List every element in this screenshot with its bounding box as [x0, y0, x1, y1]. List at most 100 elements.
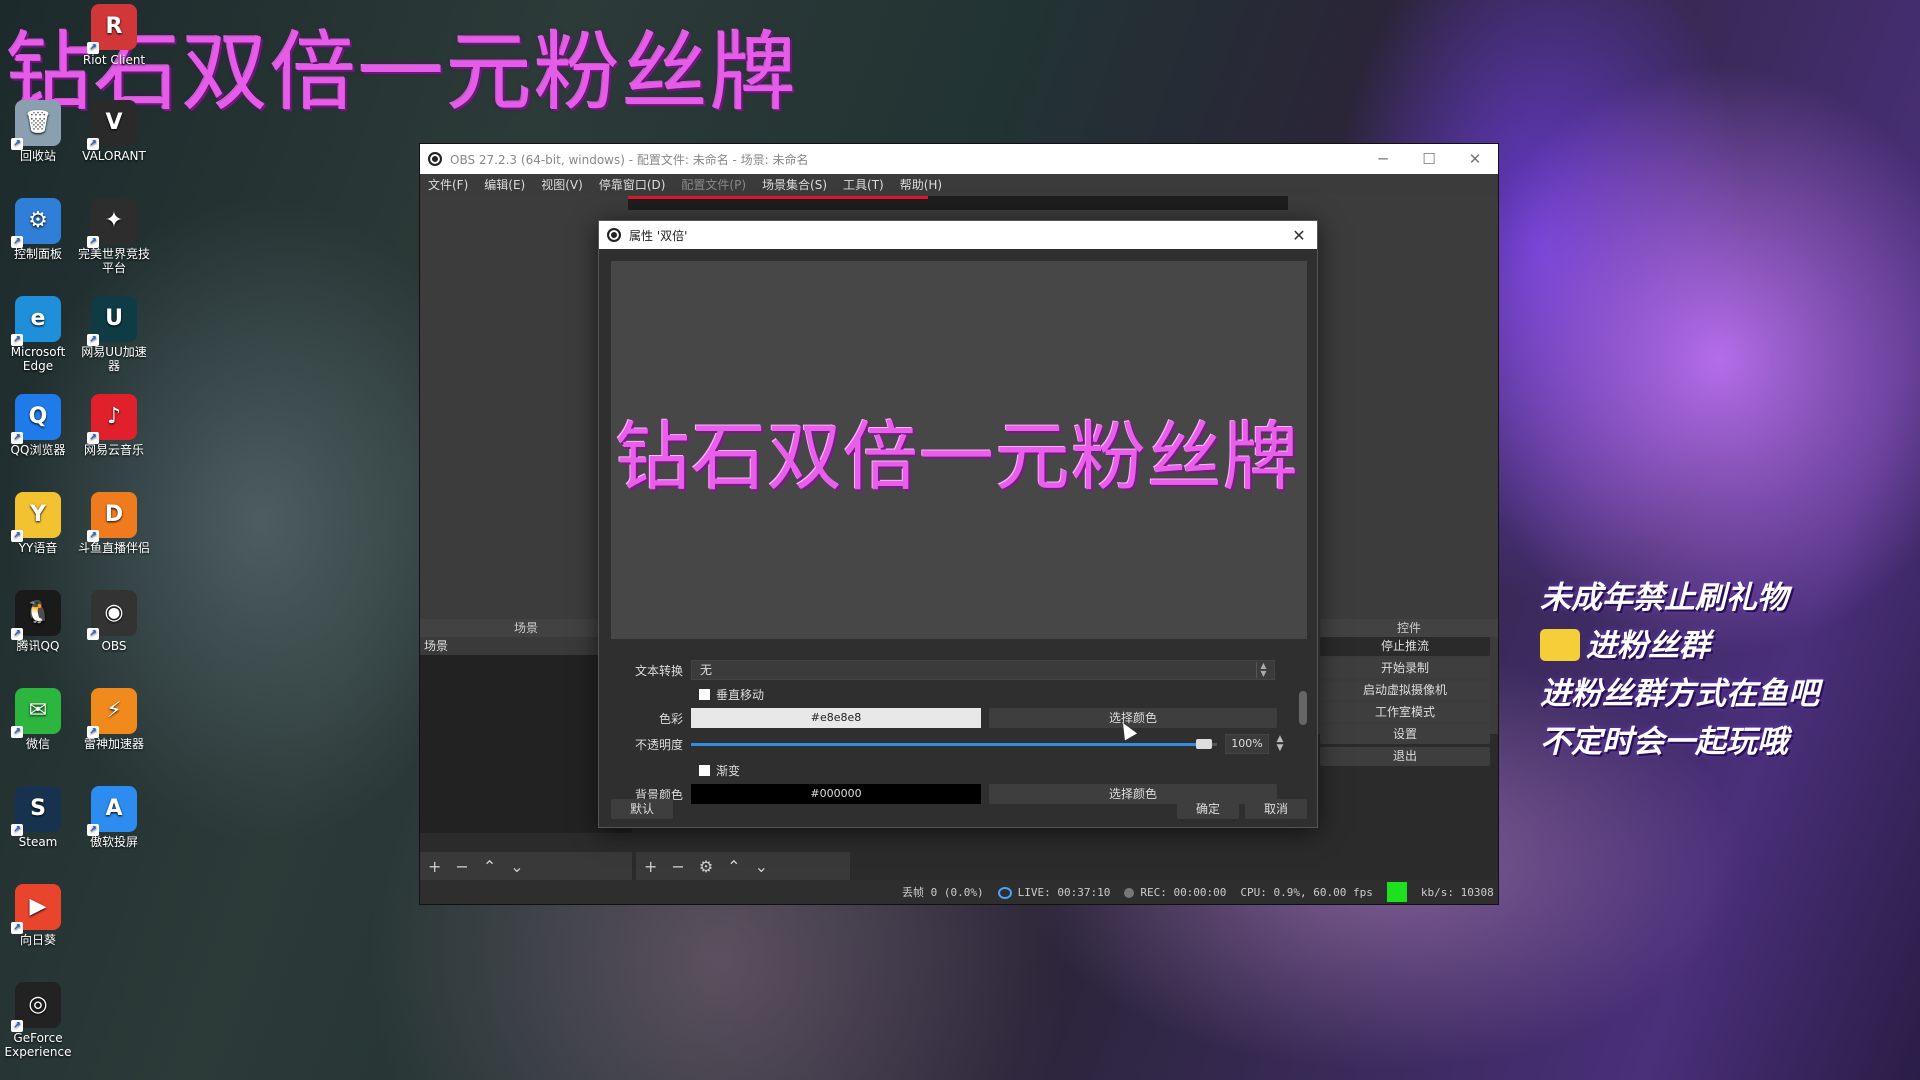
defaults-button[interactable]: 默认	[611, 799, 673, 819]
settings-button[interactable]: 设置	[1320, 725, 1490, 744]
menu-help[interactable]: 帮助(H)	[900, 176, 942, 193]
text-transform-label: 文本转换	[634, 663, 683, 678]
geforce-icon: ◎	[11, 982, 61, 1032]
desktop-icon[interactable]: VVALORANT	[76, 100, 152, 163]
menu-docks[interactable]: 停靠窗口(D)	[599, 176, 666, 193]
vertical-scroll-checkbox[interactable]	[699, 688, 710, 700]
exit-button[interactable]: 退出	[1320, 747, 1490, 766]
opacity-row: 不透明度 100% ▲ ▼	[599, 733, 1319, 755]
menu-tools[interactable]: 工具(T)	[843, 176, 884, 193]
desktop-icon[interactable]: ◎GeForce Experience	[0, 982, 76, 1059]
cancel-button[interactable]: 取消	[1245, 799, 1307, 819]
desktop-icon[interactable]: ♪网易云音乐	[76, 394, 152, 457]
close-icon[interactable]: ✕	[1452, 150, 1498, 168]
add-scene-icon[interactable]: +	[428, 857, 441, 876]
obs-icon: ◉	[87, 590, 137, 640]
riot-client-icon: R	[87, 4, 137, 54]
opacity-label: 不透明度	[634, 737, 683, 752]
menu-scene-collection[interactable]: 场景集合(S)	[762, 176, 827, 193]
desktop-icon[interactable]: ⚡雷神加速器	[76, 688, 152, 751]
menu-edit[interactable]: 编辑(E)	[484, 176, 525, 193]
apowermirror-icon: A	[87, 786, 137, 836]
dialog-preview: 钻石双倍一元粉丝牌	[611, 261, 1307, 639]
source-down-icon[interactable]: ⌄	[755, 857, 768, 876]
source-up-icon[interactable]: ⌃	[727, 857, 740, 876]
start-virtual-camera-button[interactable]: 启动虚拟摄像机	[1320, 681, 1490, 700]
promo-overlay: 未成年禁止刷礼物 进粉丝群 进粉丝群方式在鱼吧 不定时会一起玩哦	[1540, 574, 1819, 766]
studio-mode-button[interactable]: 工作室模式	[1320, 703, 1490, 722]
desktop-icon[interactable]: ▶向日葵	[0, 884, 76, 947]
desktop-icon-label: 完美世界竞技平台	[77, 247, 150, 275]
desktop-icon[interactable]: ✉微信	[0, 688, 76, 751]
desktop-icon-label: 向日葵	[19, 933, 56, 947]
menu-profile[interactable]: 配置文件(P)	[681, 176, 746, 193]
douyu-icon: D	[87, 492, 137, 542]
color-swatch: #e8e8e8	[691, 708, 981, 728]
obs-logo-icon	[428, 152, 442, 166]
controls-dock-header: 控件	[1320, 619, 1498, 637]
pick-color-button[interactable]: 选择颜色	[989, 708, 1277, 728]
obs-titlebar[interactable]: OBS 27.2.3 (64-bit, windows) - 配置文件: 未命名…	[420, 144, 1498, 174]
leishen-accelerator-icon: ⚡	[87, 688, 137, 738]
desktop-icon[interactable]: ✦完美世界竞技平台	[76, 198, 152, 275]
desktop-icon-label: 网易云音乐	[83, 443, 144, 457]
add-source-icon[interactable]: +	[644, 857, 657, 876]
source-selection-box[interactable]	[628, 196, 928, 202]
source-settings-gear-icon[interactable]: ⚙	[699, 857, 713, 876]
dialog-close-icon[interactable]: ✕	[1281, 226, 1317, 245]
vertical-scroll-row: 垂直移动	[599, 683, 1319, 705]
ok-button[interactable]: 确定	[1177, 799, 1239, 819]
move-up-icon[interactable]: ⌃	[483, 857, 496, 876]
qq-browser-icon: Q	[11, 394, 61, 444]
desktop-icon[interactable]: ⚙控制面板	[0, 198, 76, 261]
slider-fill	[691, 743, 1196, 746]
text-transform-select[interactable]: 无 ▲ ▼	[691, 660, 1275, 680]
minimize-icon[interactable]: ─	[1360, 150, 1406, 168]
obs-menubar: 文件(F) 编辑(E) 视图(V) 停靠窗口(D) 配置文件(P) 场景集合(S…	[420, 174, 1498, 194]
live-broadcast-icon	[997, 886, 1012, 899]
move-down-icon[interactable]: ⌄	[510, 857, 523, 876]
gradient-checkbox[interactable]	[699, 764, 710, 776]
controls-panel: 停止推流 开始录制 启动虚拟摄像机 工作室模式 设置 退出	[1320, 637, 1490, 769]
promo-line-1: 未成年禁止刷礼物	[1540, 580, 1788, 616]
obs-window-title: OBS 27.2.3 (64-bit, windows) - 配置文件: 未命名…	[450, 152, 809, 167]
remove-scene-icon[interactable]: −	[455, 857, 468, 876]
slider-handle[interactable]	[1195, 739, 1212, 749]
properties-scrollbar[interactable]	[1299, 691, 1307, 725]
dropped-frames: 丢帧 0 (0.0%)	[902, 886, 984, 899]
desktop-icon-label: 微信	[25, 737, 50, 751]
desktop-icon-label: VALORANT	[82, 149, 146, 163]
desktop-icon[interactable]: eMicrosoft Edge	[0, 296, 76, 373]
properties-dialog: 属性 '双倍' ✕ 钻石双倍一元粉丝牌 文本转换 无 ▲ ▼ 垂直移动 色彩 #e…	[598, 220, 1318, 828]
desktop-icon[interactable]: 🗑回收站	[0, 100, 76, 163]
menu-file[interactable]: 文件(F)	[428, 176, 468, 193]
sources-toolbar: + − ⚙ ⌃ ⌄	[636, 852, 850, 880]
dialog-title: 属性 '双倍'	[629, 228, 688, 243]
desktop-icon[interactable]: YYY语音	[0, 492, 76, 555]
desktop-icon-label: GeForce Experience	[4, 1031, 72, 1059]
desktop-icon-label: Steam	[18, 835, 58, 849]
desktop-icon[interactable]: RRiot Client	[76, 4, 152, 67]
maximize-icon[interactable]: ☐	[1406, 150, 1452, 168]
dialog-titlebar[interactable]: 属性 '双倍' ✕	[599, 221, 1317, 249]
rec-time: REC: 00:00:00	[1140, 885, 1227, 899]
preview-canvas[interactable]	[628, 196, 1288, 210]
desktop-icon-label: Riot Client	[82, 53, 146, 67]
opacity-spinbox[interactable]: 100%	[1225, 734, 1269, 754]
start-recording-button[interactable]: 开始录制	[1320, 659, 1490, 678]
stream-health-indicator	[1386, 882, 1407, 902]
desktop-icon[interactable]: ◉OBS	[76, 590, 152, 653]
color-row: 色彩 #e8e8e8 选择颜色	[599, 707, 1319, 729]
remove-source-icon[interactable]: −	[671, 857, 684, 876]
desktop-icon[interactable]: U网易UU加速器	[76, 296, 152, 373]
desktop-icon[interactable]: SSteam	[0, 786, 76, 849]
desktop-icon[interactable]: A傲软投屏	[76, 786, 152, 849]
desktop-icon[interactable]: D斗鱼直播伴侣	[76, 492, 152, 555]
promo-line-3: 进粉丝群方式在鱼吧	[1540, 676, 1819, 712]
stop-streaming-button[interactable]: 停止推流	[1320, 637, 1490, 656]
spin-arrows-icon[interactable]: ▲ ▼	[1273, 735, 1287, 753]
desktop-icon[interactable]: 🐧腾讯QQ	[0, 590, 76, 653]
opacity-slider[interactable]	[691, 734, 1217, 754]
menu-view[interactable]: 视图(V)	[541, 176, 583, 193]
desktop-icon[interactable]: QQQ浏览器	[0, 394, 76, 457]
